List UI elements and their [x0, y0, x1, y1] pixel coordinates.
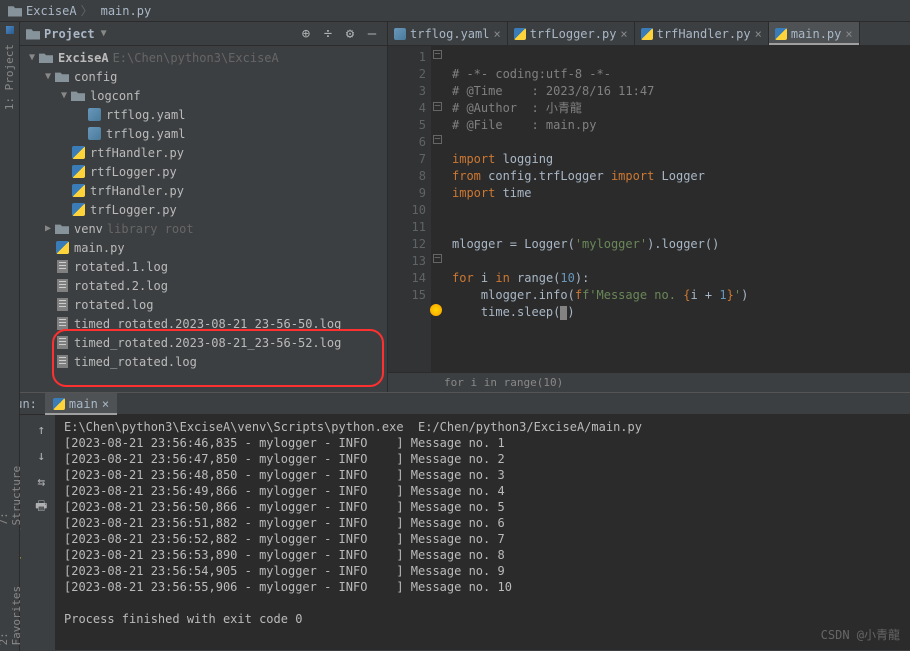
project-tree[interactable]: ▼ExciseAE:\Chen\python3\ExciseA ▼config … [20, 46, 387, 392]
tree-file[interactable]: timed_rotated.2023-08-21_23-56-50.log [20, 314, 387, 333]
close-icon[interactable]: × [493, 27, 500, 41]
tree-root[interactable]: ▼ExciseAE:\Chen\python3\ExciseA [20, 48, 387, 67]
print-button[interactable]: 🖶 [28, 497, 56, 519]
tree-file[interactable]: rtfHandler.py [20, 143, 387, 162]
run-header: Run: main × [0, 393, 910, 415]
close-icon[interactable]: × [102, 397, 109, 411]
hide-icon[interactable]: — [363, 25, 381, 43]
line-gutter[interactable]: 123456789101112131415 [388, 46, 432, 372]
project-tool-icon[interactable] [6, 26, 14, 34]
close-icon[interactable]: × [845, 27, 852, 41]
wrap-button[interactable]: ⇆ [28, 471, 56, 493]
tree-file[interactable]: rotated.2.log [20, 276, 387, 295]
tree-file[interactable]: trfLogger.py [20, 200, 387, 219]
tree-file[interactable]: rtfLogger.py [20, 162, 387, 181]
tree-folder-venv[interactable]: ▶venvlibrary root [20, 219, 387, 238]
editor-tabs: trflog.yaml× trfLogger.py× trfHandler.py… [388, 22, 910, 46]
left-tool-strip: 1: Project [0, 22, 20, 392]
run-panel: Run: main × ↑ ↓ ⇅⇆ ≡🖶 🗑 ⭐ E:\Chen\python… [0, 392, 910, 650]
project-title[interactable]: Project [44, 27, 95, 41]
gear-icon[interactable]: ⚙ [341, 25, 359, 43]
bulb-icon[interactable] [430, 304, 442, 316]
fold-column[interactable]: – – – – [432, 46, 444, 372]
folder-icon [8, 5, 22, 17]
down-button[interactable]: ↓ [28, 445, 56, 467]
run-tab-main[interactable]: main × [45, 393, 117, 415]
tree-file[interactable]: rtflog.yaml [20, 105, 387, 124]
folder-icon [26, 28, 40, 40]
project-panel: Project ▼ ⊕ ÷ ⚙ — ▼ExciseAE:\Chen\python… [20, 22, 388, 392]
breadcrumb: ExciseA 〉 main.py [0, 0, 910, 22]
code-crumb[interactable]: for i in range(10) [388, 372, 910, 392]
editor: trflog.yaml× trfLogger.py× trfHandler.py… [388, 22, 910, 392]
breadcrumb-root[interactable]: ExciseA [26, 4, 77, 18]
chevron-down-icon[interactable]: ▼ [101, 28, 107, 39]
fold-icon[interactable]: – [433, 50, 442, 59]
chevron-right-icon: 〉 [81, 2, 93, 19]
tab-trfhandler-py[interactable]: trfHandler.py× [635, 22, 769, 45]
tree-folder-logconf[interactable]: ▼logconf [20, 86, 387, 105]
favorites-tool-label[interactable]: 2: Favorites [0, 572, 23, 651]
tab-trflog-yaml[interactable]: trflog.yaml× [388, 22, 508, 45]
tree-file[interactable]: timed_rotated.log [20, 352, 387, 371]
tree-file[interactable]: rotated.1.log [20, 257, 387, 276]
tree-file[interactable]: rotated.log [20, 295, 387, 314]
left-tool-strip-lower: 7: Structure 2: Favorites [0, 392, 20, 651]
tab-trflogger-py[interactable]: trfLogger.py× [508, 22, 635, 45]
close-icon[interactable]: × [755, 27, 762, 41]
collapse-icon[interactable]: ÷ [319, 25, 337, 43]
editor-body[interactable]: 123456789101112131415 – – – – # -*- codi… [388, 46, 910, 372]
tree-folder-config[interactable]: ▼config [20, 67, 387, 86]
fold-icon[interactable]: – [433, 254, 442, 263]
tree-file[interactable]: main.py [20, 238, 387, 257]
tree-file[interactable]: trfHandler.py [20, 181, 387, 200]
tree-file[interactable]: trflog.yaml [20, 124, 387, 143]
python-icon [53, 398, 65, 410]
tree-file[interactable]: timed_rotated.2023-08-21_23-56-52.log [20, 333, 387, 352]
watermark: CSDN @小青龍 [821, 626, 900, 643]
up-button[interactable]: ↑ [28, 419, 56, 441]
code-area[interactable]: # -*- coding:utf-8 -*- # @Time : 2023/8/… [444, 46, 910, 372]
fold-icon[interactable]: – [433, 102, 442, 111]
console-output[interactable]: E:\Chen\python3\ExciseA\venv\Scripts\pyt… [56, 415, 910, 650]
project-tool-label[interactable]: 1: Project [3, 38, 16, 116]
close-icon[interactable]: × [620, 27, 627, 41]
breadcrumb-file[interactable]: main.py [101, 4, 152, 18]
fold-icon[interactable]: – [433, 135, 442, 144]
structure-tool-label[interactable]: 7: Structure [0, 452, 23, 532]
tab-main-py[interactable]: main.py× [769, 22, 860, 45]
project-header: Project ▼ ⊕ ÷ ⚙ — [20, 22, 387, 46]
locate-icon[interactable]: ⊕ [297, 25, 315, 43]
